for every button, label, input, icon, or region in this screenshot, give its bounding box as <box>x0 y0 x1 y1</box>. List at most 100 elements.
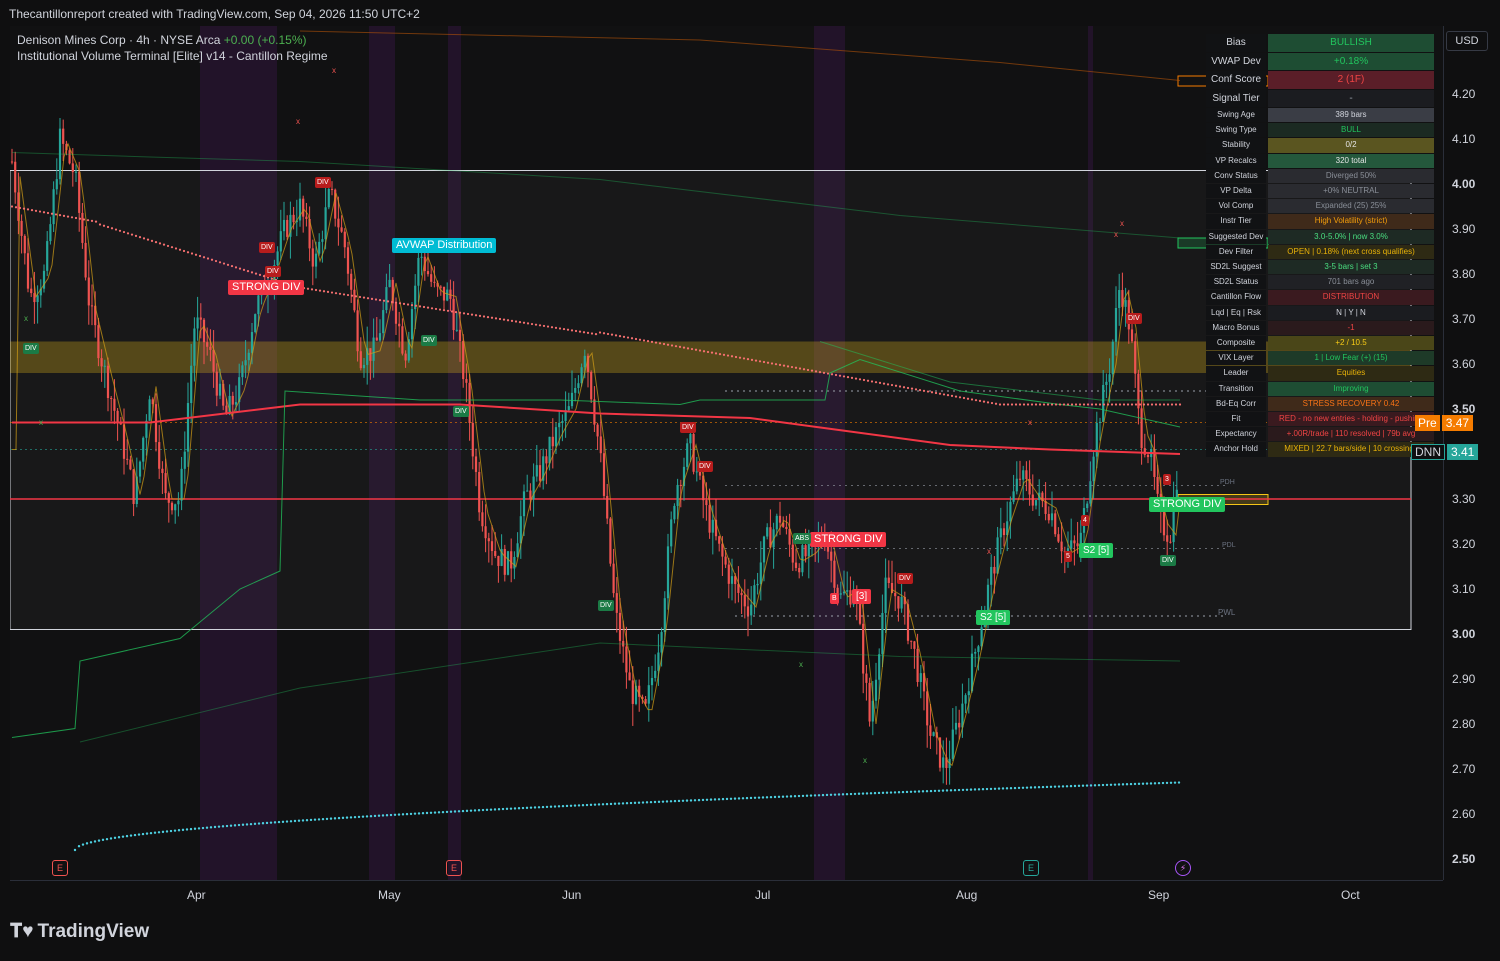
support-dot <box>1013 786 1017 790</box>
support-dot <box>201 826 205 830</box>
trend-dot <box>1126 403 1130 406</box>
trend-dot <box>390 300 394 304</box>
candle-body <box>1146 454 1150 458</box>
candle-body <box>1140 408 1143 449</box>
support-dot <box>585 803 589 807</box>
support-dot <box>561 804 565 808</box>
candle-body <box>1162 510 1166 536</box>
trend-dot <box>198 254 202 258</box>
trend-dot <box>422 305 426 309</box>
trend-dot <box>818 371 822 374</box>
time-tick: Jul <box>755 888 771 902</box>
candle-body <box>558 422 561 428</box>
support-dot <box>125 834 129 838</box>
support-dot <box>129 834 133 837</box>
trend-dot <box>726 354 730 357</box>
support-dot <box>1121 783 1125 786</box>
time-axis[interactable]: Apr May Jun Jul Aug Sep Oct <box>10 880 1443 907</box>
support-dot <box>581 804 585 807</box>
trend-dot <box>282 281 286 284</box>
candle-body <box>548 436 551 464</box>
candle-body <box>967 691 970 696</box>
chart-legend[interactable]: Denison Mines Corp · 4h · NYSE Arca +0.0… <box>17 32 328 64</box>
support-dot <box>1117 783 1121 786</box>
candle-body <box>686 443 689 467</box>
support-dot <box>417 812 421 815</box>
trend-dot <box>770 362 774 365</box>
candle-body <box>606 495 609 519</box>
trend-dot <box>1070 403 1074 406</box>
trend-dot <box>290 283 294 287</box>
trend-dot <box>886 383 890 386</box>
candle-body <box>36 295 39 303</box>
candle-body <box>884 577 887 613</box>
tradingview-logo[interactable]: 𝐓♥ TradingView <box>10 921 149 943</box>
candle-body <box>471 422 474 457</box>
trend-dot <box>1038 403 1042 406</box>
trend-dot <box>974 399 978 402</box>
trend-dot <box>1102 403 1106 406</box>
candle-body <box>1012 491 1015 502</box>
candle-body <box>382 310 385 334</box>
symbol-line[interactable]: Denison Mines Corp · 4h · NYSE Arca +0.0… <box>17 32 328 48</box>
candle-body <box>830 551 833 561</box>
trend-dot <box>1082 403 1086 406</box>
candle-body <box>522 491 526 517</box>
table-row: Leader Equities <box>1206 366 1434 381</box>
support-dot <box>701 798 705 802</box>
support-dot <box>249 822 253 826</box>
candle-body <box>676 484 679 506</box>
trend-dot <box>410 304 414 307</box>
trend-dot <box>486 316 490 319</box>
support-dot <box>721 797 725 801</box>
support-dot <box>745 796 749 800</box>
trend-dot <box>874 381 878 384</box>
support-dot <box>797 794 801 798</box>
trend-dot <box>482 315 486 318</box>
trend-dot <box>522 321 526 324</box>
trend-dot <box>118 229 122 232</box>
support-dot <box>761 796 765 799</box>
candle-body <box>778 515 782 523</box>
support-dot <box>153 831 157 834</box>
support-dot <box>981 787 985 791</box>
candle-body <box>164 473 167 494</box>
candle-body <box>868 682 871 722</box>
table-row: Instr Tier High Volatility (strict) <box>1206 214 1434 229</box>
candle-body <box>647 685 650 704</box>
support-dot <box>977 788 981 791</box>
trend-dot <box>114 228 118 231</box>
support-dot <box>477 809 481 812</box>
support-dot <box>709 798 713 801</box>
symbol-label: DNN <box>1411 444 1445 460</box>
support-dot <box>649 800 653 804</box>
price-tick: 2.70 <box>1452 762 1476 776</box>
symbol-name[interactable]: Denison Mines Corp · 4h · NYSE Arca <box>17 33 220 47</box>
trend-dot <box>810 369 814 372</box>
support-dot <box>737 797 741 800</box>
table-row: Fit RED - no new entries - holding - push… <box>1206 412 1434 427</box>
candle-body <box>570 392 574 407</box>
support-dot <box>1101 783 1105 787</box>
candle-body <box>798 567 801 573</box>
table-row: Composite +2 / 10.5 <box>1206 336 1434 351</box>
candle-body <box>199 317 202 320</box>
support-dot <box>1149 782 1153 785</box>
support-dot <box>433 811 437 814</box>
support-dot <box>925 790 929 793</box>
candle-body <box>1114 307 1118 342</box>
support-dot <box>85 842 89 845</box>
candle-body <box>1086 503 1089 509</box>
footer <box>0 906 1500 961</box>
indicator-name[interactable]: Institutional Volume Terminal [Elite] v1… <box>17 48 328 64</box>
support-dot <box>509 807 513 810</box>
trend-dot <box>294 285 298 288</box>
trend-dot <box>618 335 622 338</box>
support-dot <box>1061 785 1065 788</box>
candle-body <box>401 326 404 354</box>
currency-button[interactable]: USD <box>1446 31 1488 51</box>
candle-body <box>910 640 913 642</box>
row-value: Improving <box>1268 381 1434 396</box>
support-dot <box>1005 787 1009 790</box>
row-value: DISTRIBUTION <box>1268 290 1434 305</box>
